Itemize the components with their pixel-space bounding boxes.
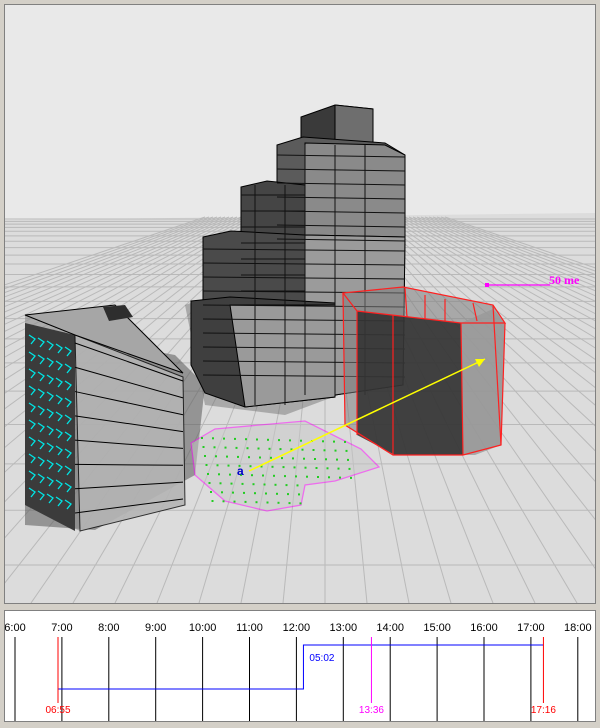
hour-tick-label: 15:00 xyxy=(423,622,451,634)
sun-timeline[interactable]: 6:00 7:00 8:00 9:00 10:00 11:00 12:00 13:00 14:0… xyxy=(4,610,596,722)
point-label: a xyxy=(237,464,244,478)
duration-label: 05:02 xyxy=(309,653,334,664)
hour-tick-label: 17:00 xyxy=(517,622,545,634)
hour-tick-label: 18:00 xyxy=(564,622,592,634)
solar-noon-label: 13:36 xyxy=(359,705,384,716)
hour-tick-label: 10:00 xyxy=(189,622,217,634)
hour-tick-label: 9:00 xyxy=(145,622,166,634)
sunrise-label: 06:55 xyxy=(45,705,70,716)
hour-tick-label: 6:00 xyxy=(5,622,26,634)
hour-tick-label: 7:00 xyxy=(51,622,72,634)
hour-tick-label: 11:00 xyxy=(236,622,263,634)
hour-tick-label: 12:00 xyxy=(283,622,311,634)
hour-tick-label: 13:00 xyxy=(330,622,358,634)
hour-tick-label: 8:00 xyxy=(98,622,119,634)
selected-building[interactable] xyxy=(341,286,507,456)
hour-tick-label: 16:00 xyxy=(470,622,498,634)
sunset-label: 17:16 xyxy=(531,705,556,716)
3d-viewport[interactable]: a 50 me xyxy=(4,4,596,604)
hour-tick-label: 14:00 xyxy=(376,622,404,634)
scale-label: 50 me xyxy=(549,273,580,287)
